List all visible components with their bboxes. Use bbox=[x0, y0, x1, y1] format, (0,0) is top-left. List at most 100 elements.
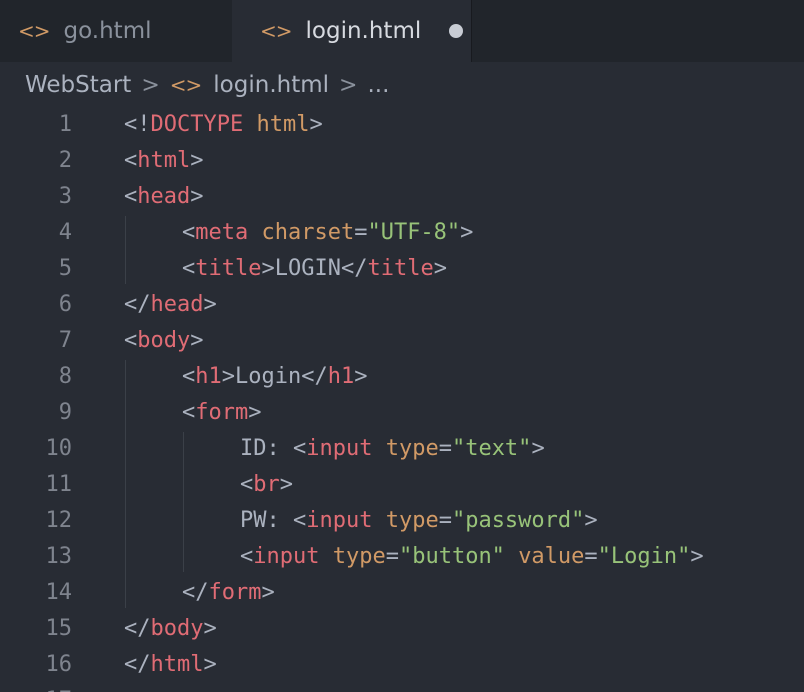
line-number: 8 bbox=[58, 363, 72, 389]
code-token-punct: </ bbox=[124, 651, 151, 677]
code-token-punct: = bbox=[584, 543, 598, 569]
code-line[interactable]: 15 </body> bbox=[0, 610, 804, 646]
code-token-tag: h1 bbox=[195, 363, 222, 389]
code-token-punct: > bbox=[221, 363, 235, 389]
code-line[interactable]: 10 ID: <input type="text"> bbox=[0, 430, 804, 466]
chevron-right-icon: > bbox=[141, 72, 160, 98]
code-text: <form> bbox=[182, 400, 261, 425]
tab-bar: <> go.html <> login.html bbox=[0, 0, 804, 62]
line-number: 4 bbox=[58, 219, 72, 245]
code-token-punct: </ bbox=[182, 579, 209, 605]
code-token-attr: type bbox=[385, 435, 439, 461]
code-token-punct: </ bbox=[340, 255, 368, 281]
code-token-tag: DOCTYPE bbox=[150, 111, 244, 137]
code-token-punct: < bbox=[182, 255, 196, 281]
code-line[interactable]: 1 <!DOCTYPE html> bbox=[0, 106, 804, 142]
code-token-str: "button" bbox=[398, 543, 505, 569]
code-token-punct: < bbox=[240, 543, 254, 569]
code-text: <br> bbox=[240, 472, 293, 497]
code-line[interactable]: 5 <title>LOGIN</title> bbox=[0, 250, 804, 286]
code-text: <meta charset="UTF-8"> bbox=[182, 220, 473, 245]
code-token-punct: = bbox=[354, 219, 368, 245]
code-token-punct: < bbox=[292, 435, 307, 461]
breadcrumb-file[interactable]: login.html bbox=[213, 72, 329, 98]
tab-login-html[interactable]: <> login.html bbox=[232, 0, 472, 62]
tab-go-html[interactable]: <> go.html bbox=[0, 0, 232, 62]
code-token-punct: > bbox=[309, 111, 323, 137]
breadcrumb: WebStart > <> login.html > ... bbox=[25, 68, 389, 102]
line-number: 2 bbox=[58, 147, 72, 173]
line-number: 7 bbox=[58, 327, 72, 353]
code-token-attr: type bbox=[332, 543, 386, 569]
code-token-attr: html bbox=[256, 111, 310, 137]
code-token-punct: > bbox=[190, 183, 204, 209]
code-line[interactable]: 14 </form> bbox=[0, 574, 804, 610]
code-line[interactable]: 12 PW: <input type="password"> bbox=[0, 502, 804, 538]
breadcrumb-folder[interactable]: WebStart bbox=[25, 72, 131, 98]
line-number: 10 bbox=[45, 435, 73, 461]
code-token-punct: < bbox=[182, 219, 196, 245]
code-token-punct: = bbox=[438, 507, 452, 533]
code-line[interactable]: 13 <input type="button" value="Login"> bbox=[0, 538, 804, 574]
code-token-punct: < bbox=[292, 507, 307, 533]
code-token-txt: PW: bbox=[240, 507, 293, 533]
line-number: 13 bbox=[45, 543, 73, 569]
code-token-punct: </ bbox=[301, 363, 328, 389]
code-token-punct: > bbox=[460, 219, 474, 245]
code-text: <h1>Login</h1> bbox=[182, 364, 367, 389]
code-editor[interactable]: 1 <!DOCTYPE html> 2 <html> 3 <head> 4 <meta cha… bbox=[0, 106, 804, 692]
code-line[interactable]: 3 <head> bbox=[0, 178, 804, 214]
line-number: 1 bbox=[58, 111, 72, 137]
code-token-punct: = bbox=[385, 543, 399, 569]
code-line[interactable]: 7 <body> bbox=[0, 322, 804, 358]
code-token-tag: br bbox=[253, 471, 280, 497]
code-text: <html> bbox=[124, 148, 203, 173]
code-token-punct: = bbox=[438, 435, 452, 461]
tab-label: go.html bbox=[63, 18, 152, 44]
chevron-right-icon: > bbox=[339, 72, 358, 98]
code-token-punct: > bbox=[531, 435, 545, 461]
line-number: 6 bbox=[58, 291, 72, 317]
code-token-punct: > bbox=[261, 255, 275, 281]
code-token-punct: > bbox=[354, 363, 368, 389]
code-line[interactable]: 9 <form> bbox=[0, 394, 804, 430]
code-text: </html> bbox=[124, 652, 217, 677]
indent-guide bbox=[183, 432, 184, 572]
code-line[interactable]: 6 </head> bbox=[0, 286, 804, 322]
code-line[interactable]: 8 <h1>Login</h1> bbox=[0, 358, 804, 394]
code-text: ID: <input type="text"> bbox=[240, 436, 545, 461]
code-token-tag: body bbox=[137, 327, 191, 353]
code-token-punct: > bbox=[584, 507, 598, 533]
code-token-tag: head bbox=[150, 291, 204, 317]
code-text: </form> bbox=[182, 580, 275, 605]
code-line[interactable]: 2 <html> bbox=[0, 142, 804, 178]
unsaved-dot-icon[interactable] bbox=[449, 24, 464, 38]
code-text: <input type="button" value="Login"> bbox=[240, 544, 704, 569]
code-line[interactable]: 17 bbox=[0, 682, 804, 692]
code-line[interactable]: 4 <meta charset="UTF-8"> bbox=[0, 214, 804, 250]
code-token-tag: meta bbox=[195, 219, 249, 245]
code-token-punct: > bbox=[261, 579, 275, 605]
tab-label: login.html bbox=[305, 18, 422, 44]
code-token-attr: value bbox=[518, 543, 585, 569]
code-line[interactable]: 11 <br> bbox=[0, 466, 804, 502]
code-token-txt: Login bbox=[235, 363, 302, 389]
code-token-tag: input bbox=[306, 507, 373, 533]
breadcrumb-more[interactable]: ... bbox=[367, 72, 389, 98]
code-token-punct: > bbox=[279, 471, 293, 497]
code-line[interactable]: 16 </html> bbox=[0, 646, 804, 682]
code-token-attr: charset bbox=[261, 219, 355, 245]
indent-guide bbox=[125, 360, 126, 608]
html-file-icon: <> bbox=[18, 19, 51, 43]
code-token-punct: > bbox=[248, 399, 262, 425]
code-token-str: "Login" bbox=[597, 543, 691, 569]
code-token-tag: title bbox=[195, 255, 262, 281]
code-token-tag: form bbox=[208, 579, 262, 605]
line-number: 16 bbox=[45, 651, 73, 677]
line-number: 5 bbox=[58, 255, 72, 281]
code-token-tag: input bbox=[253, 543, 320, 569]
line-number: 11 bbox=[45, 471, 73, 497]
indent-guide bbox=[125, 216, 126, 284]
